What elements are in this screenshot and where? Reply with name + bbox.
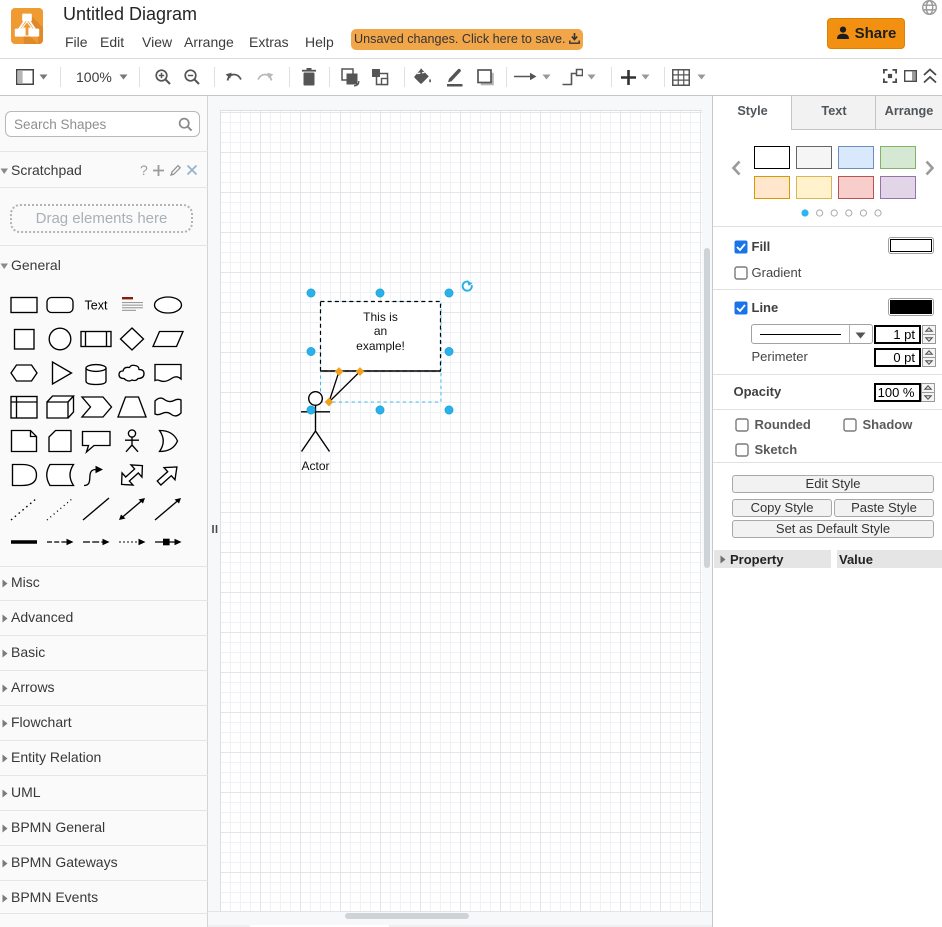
svg-text:Text: Text xyxy=(85,299,108,313)
